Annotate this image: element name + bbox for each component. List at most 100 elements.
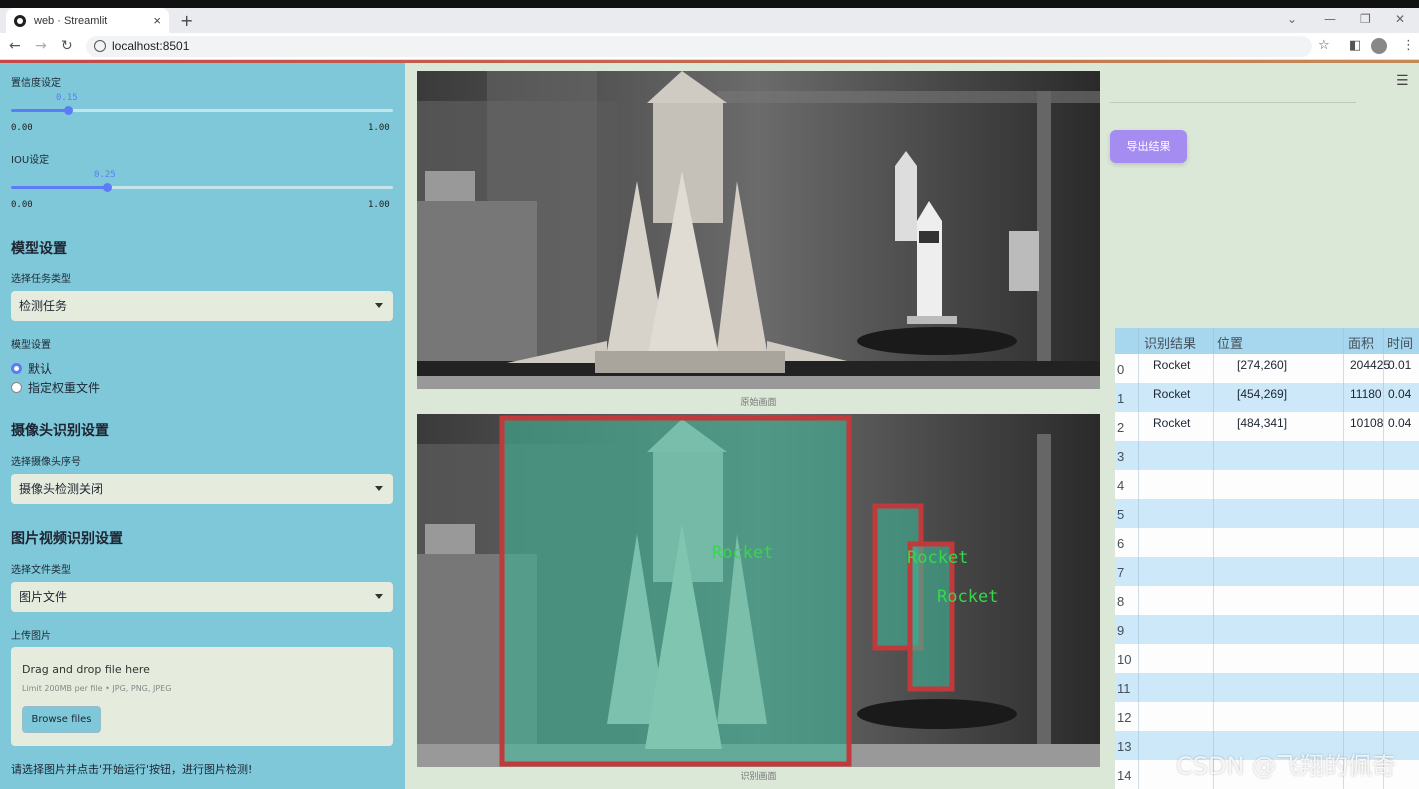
cell-result: Rocket <box>1153 387 1191 401</box>
task-type-select[interactable]: 检测任务 <box>11 291 393 321</box>
file-type-value: 图片文件 <box>19 590 68 604</box>
original-image <box>417 71 1100 389</box>
browser-tab-bar: web · Streamlit × + ⌄ — ❐ ✕ <box>0 8 1419 33</box>
radio-default-label: 默认 <box>28 362 53 376</box>
iou-slider-thumb[interactable] <box>102 183 112 192</box>
model-settings-label: 模型设置 <box>11 340 51 351</box>
table-row[interactable]: 6 <box>1115 528 1419 557</box>
iou-slider[interactable] <box>11 183 393 192</box>
sidebar: 置信度设定 0.15 0.00 1.00 IOU设定 0.25 0.00 1.0… <box>0 63 405 789</box>
export-results-button[interactable]: 导出结果 <box>1110 130 1187 163</box>
radio-default[interactable]: 默认 <box>11 360 52 377</box>
instruction-hint: 请选择图片并点击'开始运行'按钮，进行图片检测! <box>11 763 253 776</box>
profile-avatar-icon[interactable] <box>1371 38 1387 54</box>
reload-icon[interactable]: ↻ <box>61 38 73 54</box>
browse-files-button[interactable]: Browse files <box>22 706 101 733</box>
table-row[interactable]: 12 <box>1115 702 1419 731</box>
iou-label: IOU设定 <box>11 155 50 166</box>
radio-selected-icon <box>11 363 22 374</box>
table-header: 识别结果 位置 面积 时间 <box>1115 328 1419 354</box>
tab-close-icon[interactable]: × <box>153 13 161 28</box>
table-row[interactable]: 3 <box>1115 441 1419 470</box>
detected-image-caption: 识别画面 <box>740 772 777 782</box>
confidence-value: 0.15 <box>56 93 78 103</box>
file-type-select[interactable]: 图片文件 <box>11 582 393 612</box>
confidence-slider[interactable] <box>11 106 393 115</box>
file-uploader-dropzone[interactable]: Drag and drop file here Limit 200MB per … <box>11 647 393 746</box>
table-row[interactable]: 11 <box>1115 673 1419 702</box>
url-text: localhost:8501 <box>112 39 190 53</box>
file-type-label: 选择文件类型 <box>11 565 71 576</box>
row-index: 12 <box>1117 710 1132 725</box>
upload-label: 上传图片 <box>11 631 51 642</box>
row-index: 13 <box>1117 739 1132 754</box>
column-header-area: 面积 <box>1348 336 1375 351</box>
chevron-down-icon <box>375 486 383 491</box>
url-field[interactable]: localhost:8501 <box>86 36 1312 57</box>
close-window-icon[interactable]: ✕ <box>1395 12 1405 26</box>
row-index: 1 <box>1117 391 1125 406</box>
browser-tab[interactable]: web · Streamlit × <box>6 8 169 33</box>
radio-custom-weights[interactable]: 指定权重文件 <box>11 379 100 396</box>
restore-icon[interactable]: ❐ <box>1360 12 1371 26</box>
table-row[interactable]: 0 Rocket [274,260] 204425 0.01 <box>1115 354 1419 383</box>
camera-select[interactable]: 摄像头检测关闭 <box>11 474 393 504</box>
tab-search-dropdown-icon[interactable]: ⌄ <box>1287 12 1297 26</box>
forward-icon[interactable]: → <box>35 38 47 54</box>
row-index: 14 <box>1117 768 1132 783</box>
minimize-icon[interactable]: — <box>1324 12 1336 26</box>
cell-position: [454,269] <box>1237 387 1288 401</box>
back-icon[interactable]: ← <box>9 38 21 54</box>
camera-select-value: 摄像头检测关闭 <box>19 482 104 496</box>
table-row[interactable]: 5 <box>1115 499 1419 528</box>
iou-slider-fill <box>11 186 107 189</box>
new-tab-icon[interactable]: + <box>180 11 193 30</box>
table-row[interactable]: 1 Rocket [454,269] 11180 0.04 <box>1115 383 1419 412</box>
row-index: 8 <box>1117 594 1125 609</box>
browser-menu-icon[interactable]: ⋮ <box>1402 38 1415 53</box>
confidence-label: 置信度设定 <box>11 78 61 89</box>
results-table[interactable]: 识别结果 位置 面积 时间 0 Rocket [274,260] 204425 0.01… <box>1115 328 1419 789</box>
side-panel-icon[interactable]: ◧ <box>1349 38 1361 53</box>
table-row[interactable]: 4 <box>1115 470 1419 499</box>
confidence-max: 1.00 <box>368 123 390 133</box>
table-row[interactable]: 8 <box>1115 586 1419 615</box>
streamlit-favicon-icon <box>14 14 26 27</box>
detection-label-3: Rocket <box>937 587 998 607</box>
table-row[interactable]: 10 <box>1115 644 1419 673</box>
iou-max: 1.00 <box>368 200 390 210</box>
column-header-position: 位置 <box>1217 336 1244 351</box>
cell-time: 0.04 <box>1388 387 1412 401</box>
table-row[interactable]: 2 Rocket [484,341] 10108 0.04 <box>1115 412 1419 441</box>
cell-time: 0.04 <box>1388 416 1412 430</box>
row-index: 11 <box>1117 681 1131 696</box>
radio-unselected-icon <box>11 382 22 393</box>
main-panel: 原始画面 Rocket Rocket Rocket 识别画面 ☰ 导出结果 识别… <box>405 63 1419 789</box>
table-row[interactable]: 9 <box>1115 615 1419 644</box>
row-index: 5 <box>1117 507 1125 522</box>
cell-result: Rocket <box>1153 358 1191 372</box>
row-index: 3 <box>1117 449 1125 464</box>
cell-time: 0.01 <box>1388 358 1412 372</box>
task-type-value: 检测任务 <box>19 299 68 313</box>
rocket-scene-original <box>417 71 1100 389</box>
detection-label-1: Rocket <box>712 543 773 563</box>
bookmark-star-icon[interactable]: ☆ <box>1318 38 1330 53</box>
table-row[interactable]: 7 <box>1115 557 1419 586</box>
rocket-scene-detected: Rocket Rocket Rocket <box>417 414 1100 767</box>
column-divider <box>1383 328 1384 789</box>
row-index: 2 <box>1117 420 1125 435</box>
watermark: CSDN @飞翔的佩奇 <box>1176 752 1397 780</box>
confidence-slider-thumb[interactable] <box>64 106 74 115</box>
original-image-caption: 原始画面 <box>740 398 777 408</box>
detected-image: Rocket Rocket Rocket <box>417 414 1100 767</box>
app-window: web · Streamlit × + ⌄ — ❐ ✕ ← → ↻ localh… <box>0 0 1419 789</box>
address-bar-row: ← → ↻ localhost:8501 ☆ ◧ ⋮ <box>0 33 1419 60</box>
column-header-result: 识别结果 <box>1144 336 1197 351</box>
site-info-icon[interactable] <box>94 40 106 52</box>
hamburger-menu-icon[interactable]: ☰ <box>1396 73 1409 89</box>
task-type-label: 选择任务类型 <box>11 274 71 285</box>
column-divider <box>1138 328 1139 789</box>
cell-area: 204425 <box>1350 358 1391 372</box>
chevron-down-icon <box>375 303 383 308</box>
